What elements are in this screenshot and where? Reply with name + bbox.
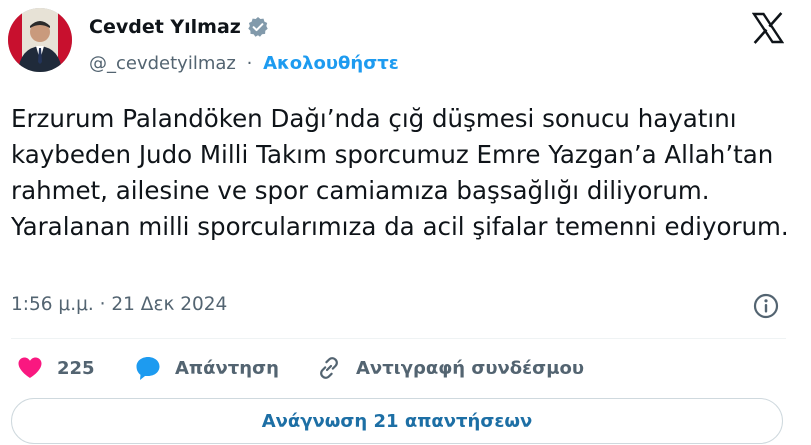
copy-link-label: Αντιγραφή συνδέσμου [356, 357, 584, 379]
author-display-name[interactable]: Cevdet Yılmaz [89, 15, 241, 39]
avatar[interactable] [8, 8, 72, 72]
handle-row: @_cevdetyilmaz · Ακολουθήστε [89, 52, 399, 76]
avatar-image [8, 8, 72, 72]
action-bar: 225 Απάντηση Αντιγραφή συνδέσμου [11, 352, 791, 384]
reply-button[interactable]: Απάντηση [135, 352, 279, 384]
heart-icon [17, 356, 43, 380]
tweet-text: Erzurum Palandöken Dağı’nda çığ düşmesi … [11, 104, 789, 241]
like-button[interactable]: 225 [17, 352, 95, 384]
x-logo-icon[interactable] [751, 12, 785, 44]
verified-badge-icon [247, 16, 269, 38]
follow-link[interactable]: Ακολουθήστε [263, 53, 399, 74]
tweet-timestamp[interactable]: 1:56 μ.μ. · 21 Δεκ 2024 [11, 292, 227, 318]
like-count: 225 [57, 357, 95, 379]
copy-link-button[interactable]: Αντιγραφή συνδέσμου [316, 352, 584, 384]
link-icon [316, 355, 342, 381]
author-name-row[interactable]: Cevdet Yılmaz [89, 15, 269, 39]
tweet-card: Cevdet Yılmaz @_cevdetyilmaz · Ακολουθήσ… [0, 0, 811, 445]
info-icon[interactable] [752, 292, 780, 320]
read-replies-button[interactable]: Ανάγνωση 21 απαντήσεων [11, 398, 783, 444]
speech-bubble-icon [135, 355, 161, 381]
divider [11, 338, 786, 339]
handle-separator: · [246, 53, 253, 74]
reply-label: Απάντηση [175, 357, 279, 379]
author-handle[interactable]: @_cevdetyilmaz [89, 53, 236, 74]
